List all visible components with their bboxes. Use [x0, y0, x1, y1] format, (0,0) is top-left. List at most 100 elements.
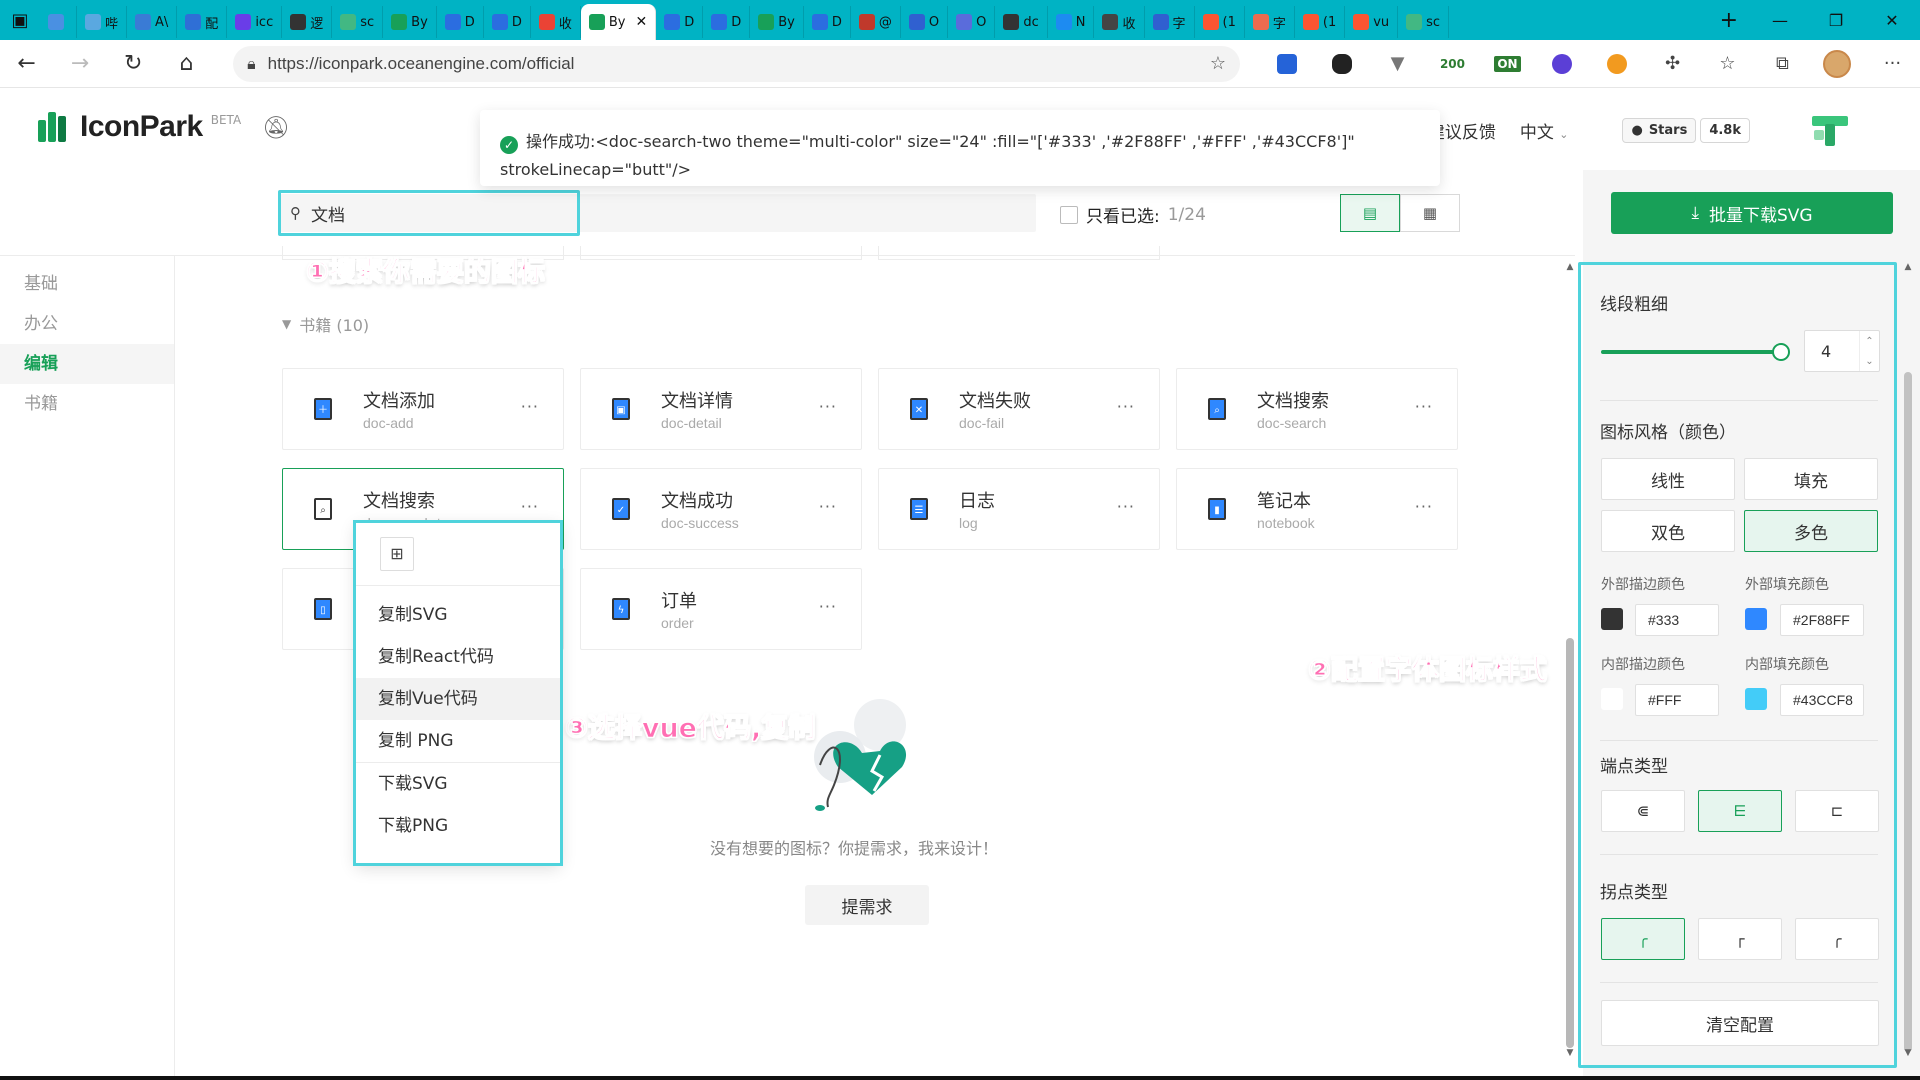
browser-tab[interactable]: sc	[332, 6, 384, 38]
slider-knob[interactable]	[1772, 343, 1790, 361]
list-view-icon[interactable]: ▤	[1340, 194, 1400, 232]
browser-tab[interactable]: 配	[177, 6, 228, 38]
only-selected-checkbox[interactable]	[1060, 205, 1078, 224]
browser-tab[interactable]: By	[383, 6, 437, 38]
browser-tab[interactable]: N	[1048, 6, 1095, 38]
close-window-icon[interactable]: ✕	[1864, 0, 1920, 40]
stroke-width-input[interactable]: 4 ⌃ ⌄	[1804, 330, 1880, 372]
linecap-butt-button[interactable]: ⋿	[1698, 790, 1782, 832]
purple-extension-icon[interactable]	[1535, 40, 1590, 88]
icon-card[interactable]: ▣ 文档详情 doc-detail ···	[580, 368, 862, 450]
config-scroll-down-icon[interactable]: ▼	[1900, 1048, 1916, 1062]
back-icon[interactable]: ←	[0, 40, 53, 88]
browser-tab[interactable]: O	[948, 6, 996, 38]
linecap-square-button[interactable]: ⊏	[1795, 790, 1879, 832]
browser-tab[interactable]: sc	[1398, 6, 1450, 38]
home-icon[interactable]: ⌂	[160, 40, 213, 88]
browser-tab[interactable]: icc	[227, 6, 283, 38]
scroll-up-icon[interactable]: ▲	[1563, 262, 1577, 276]
browser-tab[interactable]: By ✕	[580, 4, 657, 40]
lock-icon[interactable]: 🔒︎	[247, 54, 256, 74]
style-outline-button[interactable]: 线性	[1601, 458, 1735, 500]
add-to-folder-icon[interactable]: ⊞	[380, 536, 414, 571]
linejoin-bevel-button[interactable]: ╭	[1795, 918, 1879, 960]
browser-tab[interactable]: A\	[127, 6, 178, 38]
icon-card[interactable]: ✕ 文档失败 doc-fail ···	[878, 368, 1160, 450]
apps-icon[interactable]	[1260, 40, 1315, 88]
grid-view-icon[interactable]: ▦	[1400, 194, 1460, 232]
new-tab-button[interactable]: +	[1706, 8, 1752, 33]
browser-tab[interactable]: (1	[1195, 6, 1245, 38]
browser-tab[interactable]: D	[484, 6, 531, 38]
style-filled-button[interactable]: 填充	[1744, 458, 1878, 500]
icon-card[interactable]: ϟ 订单 order ···	[580, 568, 862, 650]
icon-card[interactable]: ✓ 文档成功 doc-success ···	[580, 468, 862, 550]
decrement-icon[interactable]: ⌄	[1865, 356, 1873, 367]
sidebar-item[interactable]: 书籍	[0, 384, 174, 424]
toggle-extension-icon[interactable]: ON	[1480, 40, 1535, 88]
browser-tab[interactable]: D	[437, 6, 484, 38]
language-select[interactable]: 中文 ⌄	[1520, 118, 1569, 143]
inner-stroke-swatch[interactable]	[1601, 688, 1623, 710]
browser-tab[interactable]: vu	[1345, 6, 1399, 38]
increment-icon[interactable]: ⌃	[1865, 336, 1873, 347]
browser-tab[interactable]: dc	[995, 6, 1048, 38]
icon-card[interactable]: ▮ 笔记本 notebook ···	[1176, 468, 1458, 550]
tab-actions-icon[interactable]: ▣	[0, 0, 40, 40]
restore-icon[interactable]: ❐	[1808, 0, 1864, 40]
github-button[interactable]: ● Stars	[1622, 117, 1697, 143]
refresh-icon[interactable]: ↻	[107, 40, 160, 88]
sidebar-item[interactable]: 基础	[0, 264, 174, 304]
browser-tab[interactable]: 哔	[77, 6, 128, 38]
browser-tab[interactable]: By	[750, 6, 804, 38]
github-stars[interactable]: ● Stars 4.8k	[1622, 117, 1750, 143]
more-options-icon[interactable]: ···	[1117, 497, 1135, 516]
copy-react-item[interactable]: 复制React代码	[356, 636, 560, 678]
counter-extension-icon[interactable]: 200	[1425, 40, 1480, 88]
outer-fill-color-input[interactable]: #2F88FF	[1780, 604, 1864, 636]
batch-download-button[interactable]: ⤓ 批量下载SVG	[1611, 192, 1893, 234]
minimize-icon[interactable]: —	[1752, 0, 1808, 40]
browser-tab[interactable]: @	[851, 6, 901, 38]
profile-avatar[interactable]	[1810, 40, 1865, 88]
browser-tab[interactable]: D	[656, 6, 704, 38]
more-options-icon[interactable]: ···	[521, 497, 539, 516]
inner-stroke-color-input[interactable]: #FFF	[1635, 684, 1719, 716]
clear-config-button[interactable]: 清空配置	[1601, 1000, 1879, 1046]
browser-tab[interactable]: 收	[1094, 6, 1145, 38]
config-scroll-up-icon[interactable]: ▲	[1900, 262, 1916, 276]
browser-tab[interactable]: 收	[531, 6, 581, 38]
icon-card[interactable]: ⌕ 文档搜索 doc-search ···	[1176, 368, 1458, 450]
more-options-icon[interactable]: ···	[521, 397, 539, 416]
icon-card[interactable]: ＋ 文档添加 doc-add ···	[282, 368, 564, 450]
notification-off-icon[interactable]: 🔕︎	[262, 116, 290, 141]
only-selected-toggle[interactable]: 只看已选: 1/24	[1060, 202, 1206, 227]
outer-fill-swatch[interactable]	[1745, 608, 1767, 630]
outer-stroke-swatch[interactable]	[1601, 608, 1623, 630]
more-options-icon[interactable]: ···	[819, 397, 837, 416]
collections-icon[interactable]: ⧉	[1755, 40, 1810, 88]
main-scrollbar-thumb[interactable]	[1566, 638, 1574, 1048]
scroll-down-icon[interactable]: ▼	[1563, 1048, 1577, 1062]
ghost-extension-icon[interactable]	[1315, 40, 1370, 88]
copy-png-item[interactable]: 复制 PNG	[356, 720, 560, 762]
add-favorite-icon[interactable]: ☆	[1210, 53, 1226, 74]
config-scrollbar[interactable]: ▲ ▼	[1900, 262, 1916, 1062]
linejoin-miter-button[interactable]: ┌	[1698, 918, 1782, 960]
favorites-icon[interactable]: ☆	[1700, 40, 1755, 88]
browser-tab[interactable]: 字	[1145, 6, 1195, 38]
icon-card[interactable]: ☰ 日志 log ···	[878, 468, 1160, 550]
url-field[interactable]: 🔒︎ https://iconpark.oceanengine.com/offi…	[233, 45, 1240, 82]
inner-fill-swatch[interactable]	[1745, 688, 1767, 710]
group-header[interactable]: ▼ 书籍 (10)	[282, 312, 369, 336]
browser-tab[interactable]: 字	[1245, 6, 1295, 38]
github-stars-count[interactable]: 4.8k	[1700, 117, 1750, 143]
browser-tab[interactable]: 逻	[282, 6, 333, 38]
search-value[interactable]: 文档	[311, 201, 345, 226]
firefox-extension-icon[interactable]	[1590, 40, 1645, 88]
search-input[interactable]: ⚲ 文档	[280, 194, 1036, 232]
download-svg-item[interactable]: 下载SVG	[356, 763, 560, 805]
browser-tab[interactable]	[40, 6, 77, 38]
more-options-icon[interactable]: ···	[819, 497, 837, 516]
stroke-width-stepper[interactable]: ⌃ ⌄	[1859, 331, 1879, 371]
